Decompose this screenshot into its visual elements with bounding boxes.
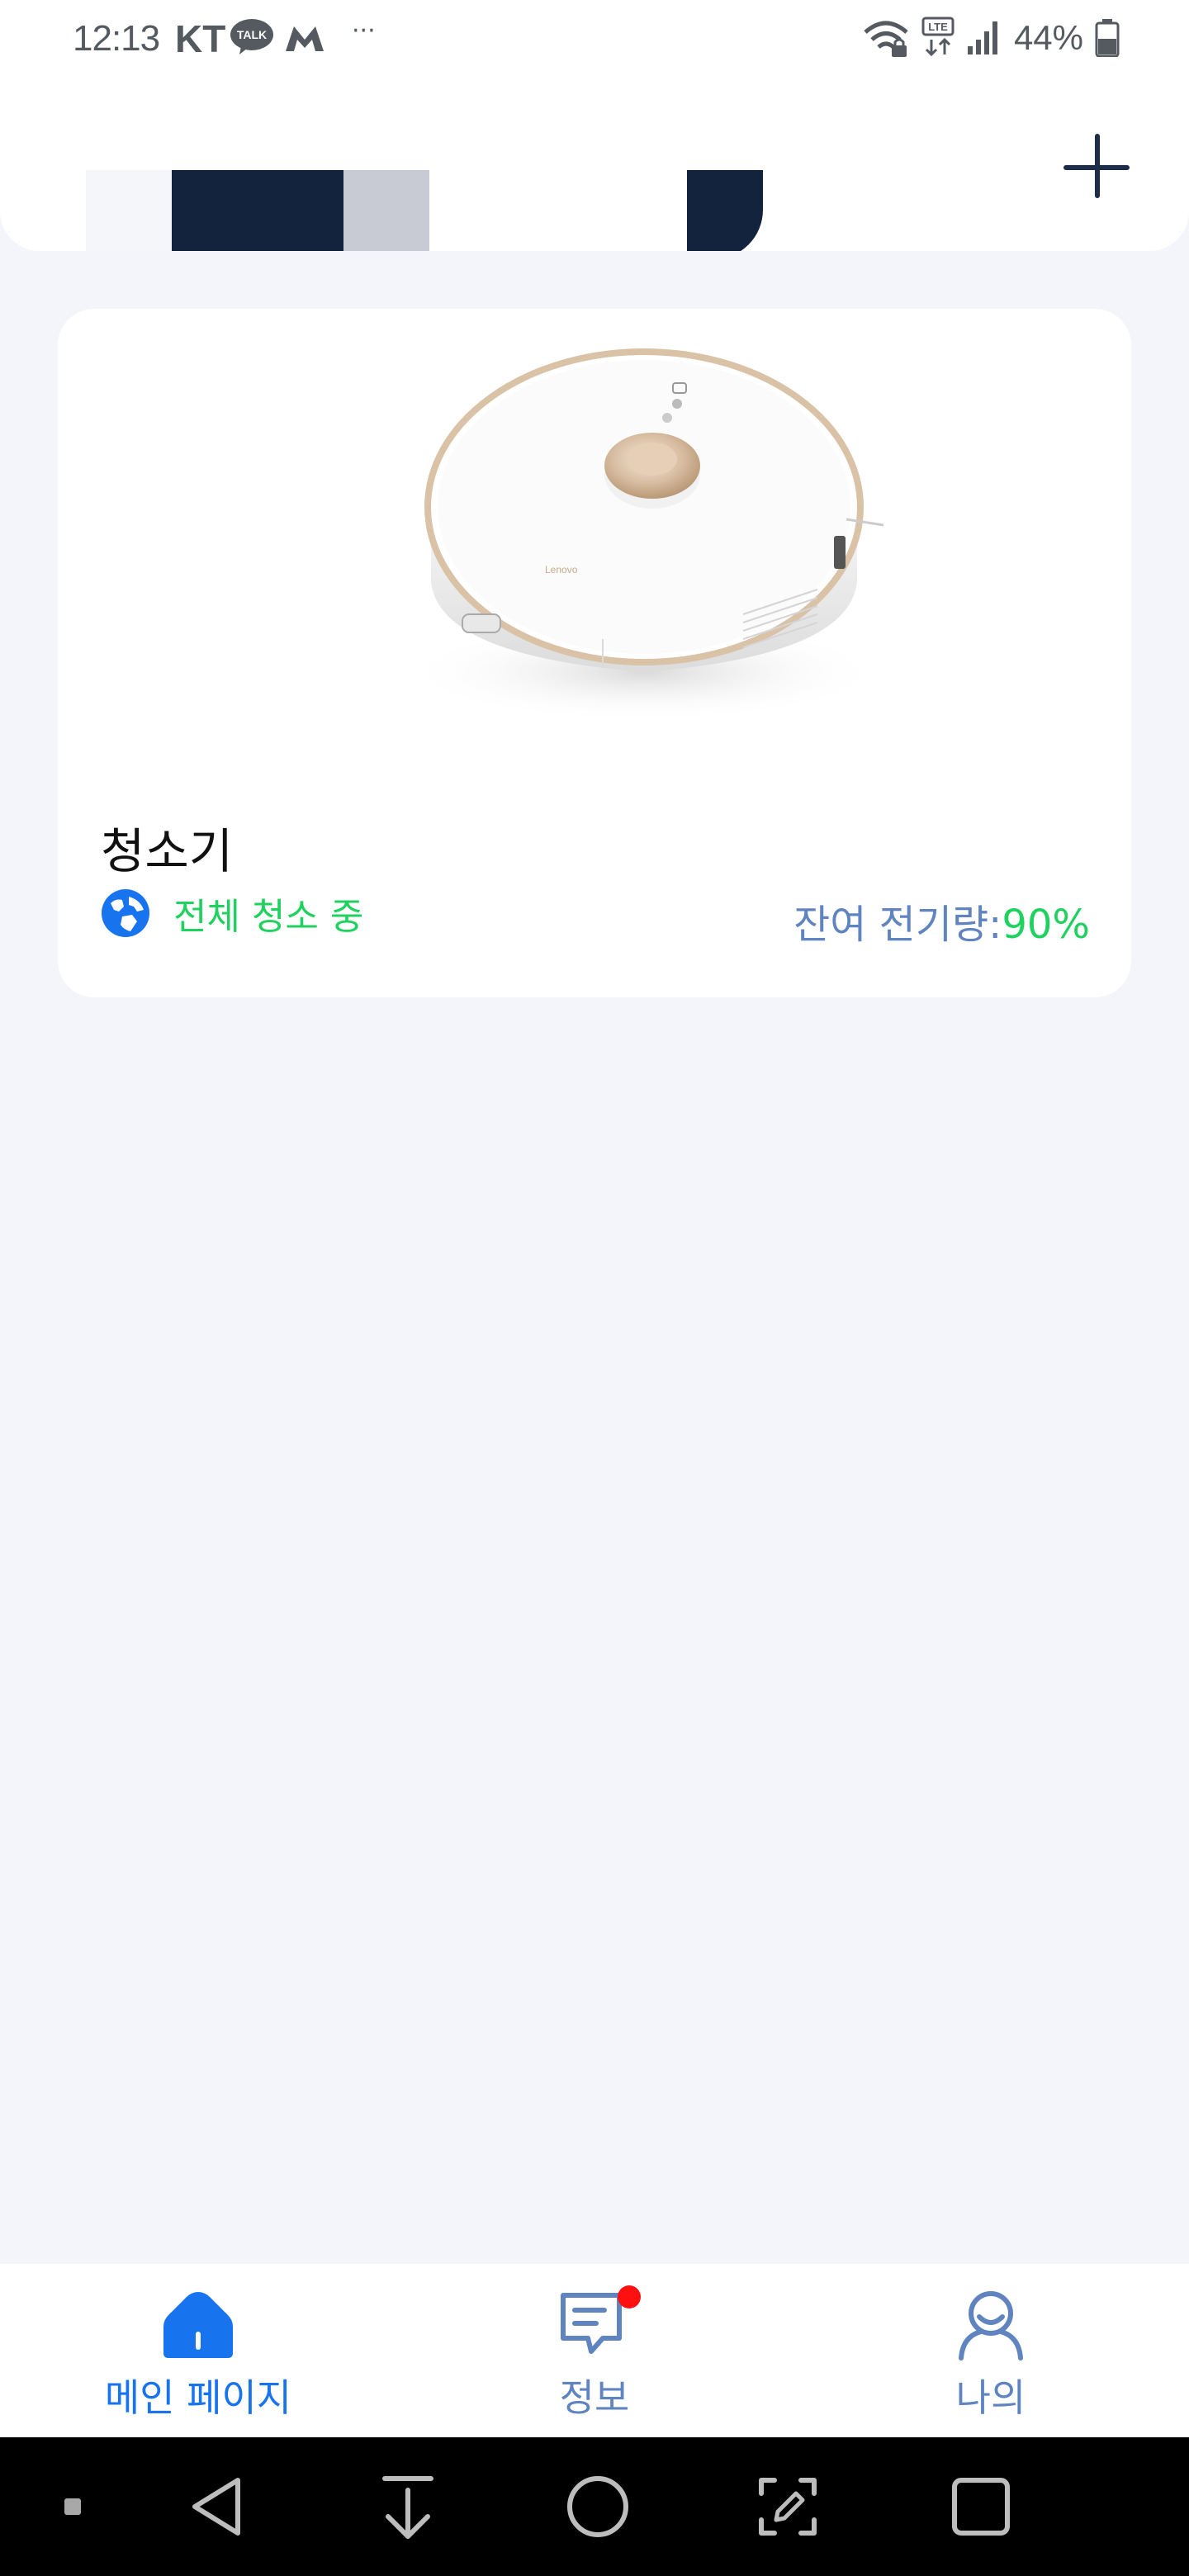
banner-strip[interactable] (0, 170, 1189, 251)
battery-label: 잔여 전기량: (793, 902, 1002, 948)
lte-text: LTE (928, 21, 948, 33)
status-overflow: ··· (352, 17, 376, 45)
download-icon[interactable] (368, 2467, 448, 2546)
status-carrier: KT (175, 17, 226, 60)
battery-value: 90% (1002, 902, 1090, 948)
page: 12:13 KT TALK ··· LTE 44% Lenovo 청소기 전체 … (0, 0, 1189, 2576)
kakaotalk-icon: TALK (230, 19, 273, 54)
lte-icon: LTE (921, 17, 955, 57)
cleaning-status-text: 전체 청소 중 (173, 896, 364, 938)
status-bar: 12:13 KT TALK ··· LTE 44% (0, 0, 1189, 79)
banner-block (172, 170, 343, 251)
status-time: 12:13 (73, 18, 160, 59)
edit-capture-icon[interactable] (748, 2467, 827, 2546)
tab-me-label: 나의 (955, 2375, 1026, 2420)
globe-icon (102, 889, 149, 937)
tab-info[interactable]: 정보 (396, 2264, 793, 2437)
user-icon (959, 2291, 1023, 2361)
remaining-battery: 잔여 전기량:90% (793, 892, 1090, 949)
battery-icon (1095, 19, 1120, 57)
notification-badge (618, 2285, 641, 2308)
robot-brand-text: Lenovo (545, 564, 578, 575)
tab-main-page-label: 메인 페이지 (104, 2375, 292, 2420)
status-right-group: LTE 44% (862, 17, 1120, 59)
tab-info-label: 정보 (559, 2375, 630, 2420)
banner-block (343, 170, 429, 251)
talk-badge-text: TALK (237, 28, 267, 41)
device-status: 전체 청소 중 (101, 887, 363, 940)
battery-percent: 44% (1013, 18, 1083, 57)
robot-vacuum-image: Lenovo (405, 348, 884, 722)
tab-main-page[interactable]: 메인 페이지 (0, 2264, 396, 2437)
device-card[interactable]: Lenovo 청소기 전체 청소 중 잔여 전기량:90% (58, 309, 1131, 997)
m-app-icon (286, 26, 324, 51)
system-navigation-bar (0, 2437, 1189, 2576)
menu-square-icon[interactable] (33, 2467, 112, 2546)
back-icon[interactable] (178, 2467, 258, 2546)
wifi-icon (864, 21, 908, 57)
home-circle-icon[interactable] (558, 2467, 637, 2546)
header: 12:13 KT TALK ··· LTE 44% (0, 0, 1189, 251)
device-name: 청소기 (101, 823, 234, 879)
tab-me[interactable]: 나의 (793, 2264, 1189, 2437)
banner-block (86, 170, 172, 251)
signal-icon (967, 21, 997, 54)
banner-block (687, 170, 763, 251)
recents-icon[interactable] (941, 2467, 1021, 2546)
home-icon (163, 2292, 233, 2358)
bottom-navigation: 메인 페이지 정보 나의 (0, 2264, 1189, 2437)
